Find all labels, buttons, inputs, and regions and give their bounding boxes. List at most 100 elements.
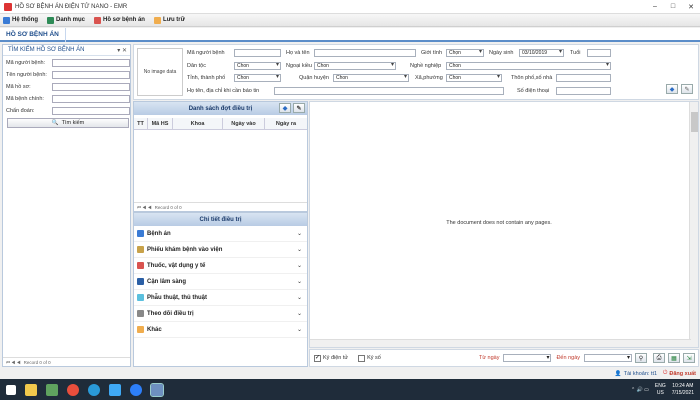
ten-nguoi-benh-input[interactable] — [52, 70, 130, 79]
section-phau-thuat[interactable]: Phẫu thuật, thủ thuật ⌄ — [134, 290, 307, 306]
edge-icon[interactable] — [88, 383, 100, 396]
chrome-icon[interactable] — [67, 383, 79, 396]
menu-luu-tru[interactable]: Lưu trữ — [153, 16, 185, 24]
gioi-tinh-label: Giới tính — [421, 50, 443, 56]
pager-nav-icons[interactable]: ⏮ ◀ ◀ — [137, 205, 152, 210]
col-tt[interactable]: TT — [134, 118, 148, 129]
excel-icon[interactable]: ▦ — [668, 353, 680, 363]
section-can-lam-sang[interactable]: Cận lâm sàng ⌄ — [134, 274, 307, 290]
section-phieu-kham[interactable]: Phiếu khám bệnh vào viện ⌄ — [134, 242, 307, 258]
section-label: Phiếu khám bệnh vào viện — [147, 246, 223, 253]
field-ma-nguoi-benh: Mã người bệnh: — [3, 57, 130, 68]
vertical-scrollbar[interactable] — [689, 102, 698, 347]
ngoai-kieu-select[interactable]: Chon — [314, 62, 396, 70]
section-khac[interactable]: Khác ⌄ — [134, 322, 307, 338]
edit-treatment-button[interactable]: ✎ — [293, 103, 305, 113]
patient-photo[interactable]: No image data — [137, 48, 183, 96]
ma-nguoi-benh-field[interactable] — [234, 49, 281, 57]
treatment-list-panel: Danh sách đợt điều trị ◆ ✎ TT Mã HS Khoa… — [133, 101, 308, 212]
os-taskbar: ⌃ 🔊 ▭ ENG US 10:24 AM 7/15/2021 — [0, 379, 700, 400]
section-theo-doi[interactable]: Theo dõi điều trị ⌄ — [134, 306, 307, 322]
ho-ten-dia-chi-field[interactable] — [274, 87, 504, 95]
menu-ho-so-benh-an[interactable]: Hồ sơ bệnh án — [94, 16, 145, 24]
ngay-sinh-picker[interactable]: 03/10/2019 — [519, 49, 564, 57]
start-icon[interactable] — [6, 384, 16, 395]
nghe-nghiep-select[interactable]: Chon — [446, 62, 611, 70]
field-label: Tên người bệnh: — [6, 71, 47, 78]
gioi-tinh-select[interactable]: Chọn — [446, 49, 484, 57]
close-button[interactable]: ✕ — [682, 3, 700, 11]
field-label: Mã hồ sơ: — [6, 83, 31, 90]
dan-toc-select[interactable]: Chon — [234, 62, 281, 70]
pager-nav-icons[interactable]: ⏮ ◀ ◀ — [6, 360, 21, 365]
quan-huyen-select[interactable]: Chon — [333, 74, 409, 82]
tray-icons[interactable]: ⌃ 🔊 ▭ — [631, 387, 649, 393]
maximize-button[interactable]: □ — [664, 3, 682, 11]
col-ngay-ra[interactable]: Ngày ra — [265, 118, 307, 129]
treatment-list-header: Danh sách đợt điều trị ◆ ✎ — [134, 102, 307, 115]
ma-ho-so-input[interactable] — [52, 82, 130, 91]
add-treatment-button[interactable]: ◆ — [279, 103, 291, 113]
pen-icon — [137, 310, 144, 317]
tab-ho-so-benh-an[interactable]: HỒ SƠ BỆNH ÁN — [0, 28, 66, 42]
title-bar: HỒ SƠ BỆNH ÁN ĐIỆN TỬ NANO - EMR – □ ✕ — [0, 0, 700, 14]
col-ngay-vao[interactable]: Ngày vào — [223, 118, 265, 129]
export-icon[interactable]: ⇲ — [683, 353, 695, 363]
ngoai-kieu-label: Ngoại kiều — [286, 63, 312, 69]
col-ma-hs[interactable]: Mã HS — [148, 118, 173, 129]
save-patient-button[interactable]: ◆ — [666, 84, 678, 94]
chevron-down-icon: ⌄ — [296, 247, 302, 253]
xa-phuong-select[interactable]: Chon — [446, 74, 502, 82]
ho-va-ten-field[interactable] — [314, 49, 416, 57]
print-icon[interactable]: ⎙ — [653, 353, 665, 363]
tools-button[interactable]: ✎ — [681, 84, 693, 94]
file-explorer-icon[interactable] — [25, 383, 37, 396]
document-viewer[interactable]: The document does not contain any pages. — [309, 101, 699, 348]
section-thuoc[interactable]: Thuốc, vật dụng y tế ⌄ — [134, 258, 307, 274]
den-ngay-picker[interactable]: ▾ — [584, 354, 632, 362]
zalo-icon[interactable] — [130, 383, 142, 396]
menu-bar: Hệ thống Danh mục Hồ sơ bệnh án Lưu trữ — [0, 14, 700, 27]
menu-label: Hệ thống — [12, 17, 38, 23]
emr-app-icon[interactable] — [150, 382, 164, 397]
chan-doan-input[interactable] — [52, 106, 130, 115]
tuoi-label: Tuổi — [570, 50, 581, 56]
language-indicator[interactable]: ENG US — [655, 383, 666, 397]
window-title: HỒ SƠ BỆNH ÁN ĐIỆN TỬ NANO - EMR — [15, 3, 128, 10]
minimize-button[interactable]: – — [646, 3, 664, 11]
menu-danh-muc[interactable]: Danh mục — [47, 16, 85, 24]
search-panel-header: TÌM KIẾM HỒ SƠ BỆNH ÁN ▾ ✕ — [3, 45, 130, 56]
ky-so-checkbox[interactable] — [358, 354, 366, 362]
ma-nguoi-benh-input[interactable] — [52, 58, 130, 67]
so-dien-thoai-field[interactable] — [556, 87, 611, 95]
logout-link[interactable]: Đăng xuất — [669, 371, 696, 377]
section-benh-an[interactable]: Bệnh án ⌄ — [134, 226, 307, 242]
horizontal-scrollbar[interactable] — [310, 339, 691, 347]
treatment-list-title: Danh sách đợt điều trị — [188, 105, 253, 112]
account-icon: 👤 — [614, 370, 622, 377]
other-icon — [137, 326, 144, 333]
system-tray: ⌃ 🔊 ▭ ENG US 10:24 AM 7/15/2021 — [631, 383, 700, 397]
tinh-thanh-pho-select[interactable]: Chon — [234, 74, 281, 82]
ma-benh-chinh-input[interactable] — [52, 94, 130, 103]
xa-phuong-label: Xã,phường — [415, 75, 443, 81]
book-icon — [137, 230, 144, 237]
skype-icon[interactable] — [109, 383, 121, 396]
tu-ngay-picker[interactable]: ▾ — [503, 354, 552, 362]
col-khoa[interactable]: Khoa — [173, 118, 223, 129]
field-chan-doan: Chẩn đoán: — [3, 105, 130, 116]
settings-icon[interactable] — [46, 383, 58, 396]
medicine-icon — [137, 262, 144, 269]
menu-he-thong[interactable]: Hệ thống — [3, 16, 38, 24]
quan-huyen-label: Quận huyện — [299, 75, 329, 81]
ky-dien-tu-checkbox[interactable] — [314, 354, 321, 362]
menu-label: Hồ sơ bệnh án — [103, 17, 145, 23]
clock[interactable]: 10:24 AM 7/15/2021 — [672, 383, 694, 397]
search-panel-title: TÌM KIẾM HỒ SƠ BỆNH ÁN — [8, 47, 85, 53]
tuoi-field[interactable] — [587, 49, 611, 57]
search-button[interactable]: 🔍 Tìm kiếm — [7, 118, 129, 128]
panel-controls[interactable]: ▾ ✕ — [117, 47, 127, 54]
tab-strip: HỒ SƠ BỆNH ÁN — [0, 28, 700, 42]
search-icon[interactable]: ⚲ — [635, 353, 647, 363]
thon-pho-field[interactable] — [556, 74, 611, 82]
